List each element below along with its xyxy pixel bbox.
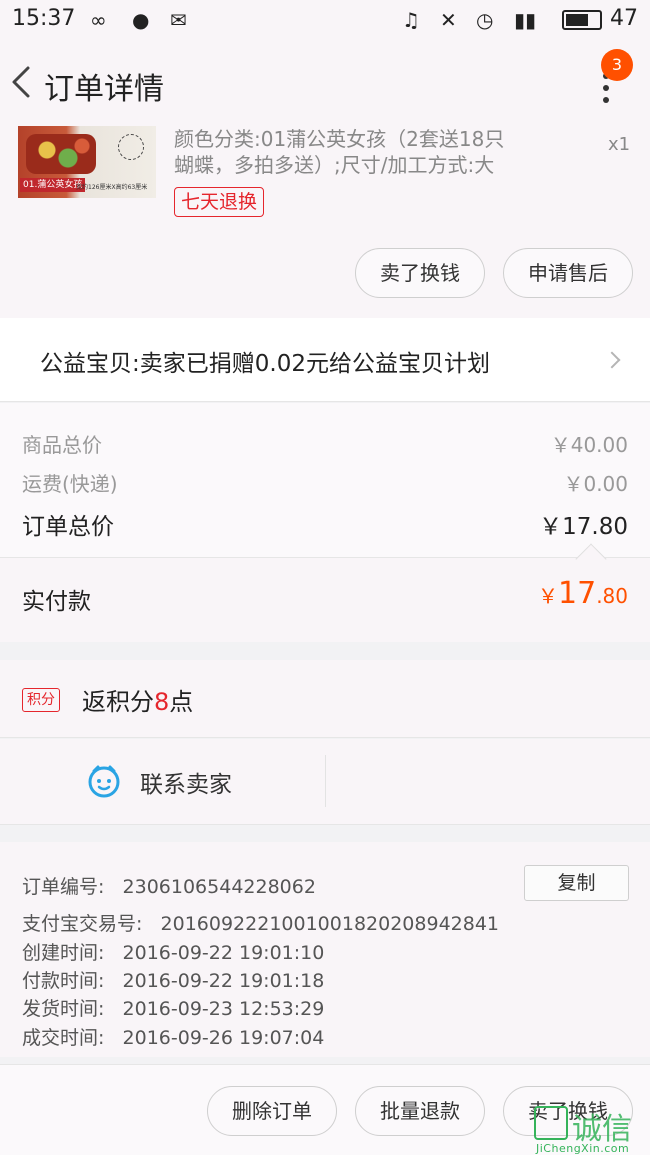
paid-time-row: 付款时间: 2016-09-22 19:01:18 [22,966,324,993]
closed-value: 2016-09-26 19:07:04 [122,1027,325,1049]
status-bar: 15:37 ∞ ● ✉ ♫ ✕ ◷ ▮▮ 47 [0,0,650,40]
actual-payment: 实付款 ￥17.80 [0,558,650,642]
apply-after-sale-button[interactable]: 申请售后 [503,248,633,298]
alarm-icon: ◷ [476,8,494,32]
page-title: 订单详情 [44,72,164,107]
notification-badge: 3 [601,49,633,81]
paid-time-value: 2016-09-22 19:01:18 [122,970,325,992]
goods-total-label: 商品总价 [22,433,102,457]
mail-icon: ✉ [170,8,187,32]
shipped-row: 发货时间: 2016-09-23 12:53:29 [22,994,324,1021]
seven-day-return-tag: 七天退换 [174,187,265,217]
thumbnail-size: 宽约126厘米X高约63厘米 [76,184,148,191]
paw-icon: ● [132,8,150,32]
alipay-label: 支付宝交易号: [22,913,143,935]
points-number: 8 [154,688,170,716]
shipping-value: ￥0.00 [563,472,628,496]
charity-text: 公益宝贝:卖家已捐赠0.02元给公益宝贝计划 [40,351,490,377]
order-total-value: ￥17.80 [539,514,628,540]
goods-total-value: ￥40.00 [550,433,628,457]
created-value: 2016-09-22 19:01:10 [122,942,325,964]
headphones-icon: ♫ [402,8,420,32]
chevron-right-icon [603,351,621,369]
charity-row[interactable]: 公益宝贝:卖家已捐赠0.02元给公益宝贝计划 [0,318,650,402]
order-number-label: 订单编号: [22,876,105,898]
back-arrow-icon[interactable] [8,62,38,102]
batch-refund-button[interactable]: 批量退款 [355,1086,485,1136]
alipay-value: 2016092221001001820208942841 [160,913,500,935]
product-sku[interactable]: 颜色分类:01蒲公英女孩（2套送18只 蝴蝶，多拍多送）;尺寸/加工方式:大 [174,126,564,178]
watermark-box [534,1106,568,1140]
sku-line-1: 颜色分类:01蒲公英女孩（2套送18只 [174,127,505,151]
payment-integer: 17 [558,576,597,611]
sell-for-cash-button[interactable]: 卖了换钱 [355,248,485,298]
order-total-label: 订单总价 [22,514,114,540]
contact-seller-button[interactable]: 联系卖家 [0,739,325,825]
points-text: 返积分8点 [82,682,193,717]
chat-face-icon [88,765,120,798]
contact-row: 联系卖家 [0,739,650,825]
points-suffix: 点 [169,688,194,716]
flower-decoration [26,134,96,174]
points-badge: 积分 [22,688,60,712]
price-summary: 商品总价 ￥40.00 运费(快递) ￥0.00 订单总价 ￥17.80 [0,403,650,558]
contact-divider [325,755,326,807]
product-thumbnail[interactable]: 01.蒲公英女孩 宽约126厘米X高约63厘米 [18,126,156,198]
shipped-value: 2016-09-23 12:53:29 [122,998,325,1020]
signal-icon: ▮▮ [514,8,537,32]
payment-decimal: .80 [596,584,628,608]
contact-seller-label: 联系卖家 [140,772,232,798]
shipped-label: 发货时间: [22,998,105,1020]
points-row: 积分 返积分8点 [0,660,650,738]
closed-row: 成交时间: 2016-09-26 19:07:04 [22,1023,324,1050]
watermark-url: JiChengXin.com [536,1142,630,1155]
paid-time-label: 付款时间: [22,970,105,992]
dandelion-decoration [118,134,144,160]
actual-payment-value: ￥17.80 [538,576,628,611]
delete-order-button[interactable]: 删除订单 [207,1086,337,1136]
copy-button[interactable]: 复制 [524,865,629,901]
mute-icon: ✕ [440,8,457,32]
actual-payment-label: 实付款 [22,589,91,615]
sku-line-2: 蝴蝶，多拍多送）;尺寸/加工方式:大 [174,153,495,177]
closed-label: 成交时间: [22,1027,105,1049]
product-section: 01.蒲公英女孩 宽约126厘米X高约63厘米 颜色分类:01蒲公英女孩（2套送… [0,124,650,318]
header: 订单详情 3 [0,40,650,124]
order-number-row: 订单编号: 2306106544228062 [22,872,316,899]
alipay-row: 支付宝交易号: 2016092221001001820208942841 [22,909,499,936]
created-label: 创建时间: [22,942,105,964]
product-quantity: x1 [608,134,631,155]
order-number-value: 2306106544228062 [122,876,316,898]
created-row: 创建时间: 2016-09-22 19:01:10 [22,938,324,965]
shipping-label: 运费(快递) [22,472,118,496]
order-info: 订单编号: 2306106544228062 复制 支付宝交易号: 201609… [0,842,650,1057]
points-prefix: 返积分 [82,688,154,716]
battery-icon [562,10,602,30]
status-time: 15:37 [12,6,76,31]
payment-currency: ￥ [538,584,558,608]
battery-level: 47 [610,6,638,31]
watermark-logo: 诚信 JiChengXin.com [534,1104,650,1155]
infinity-icon: ∞ [90,8,107,32]
